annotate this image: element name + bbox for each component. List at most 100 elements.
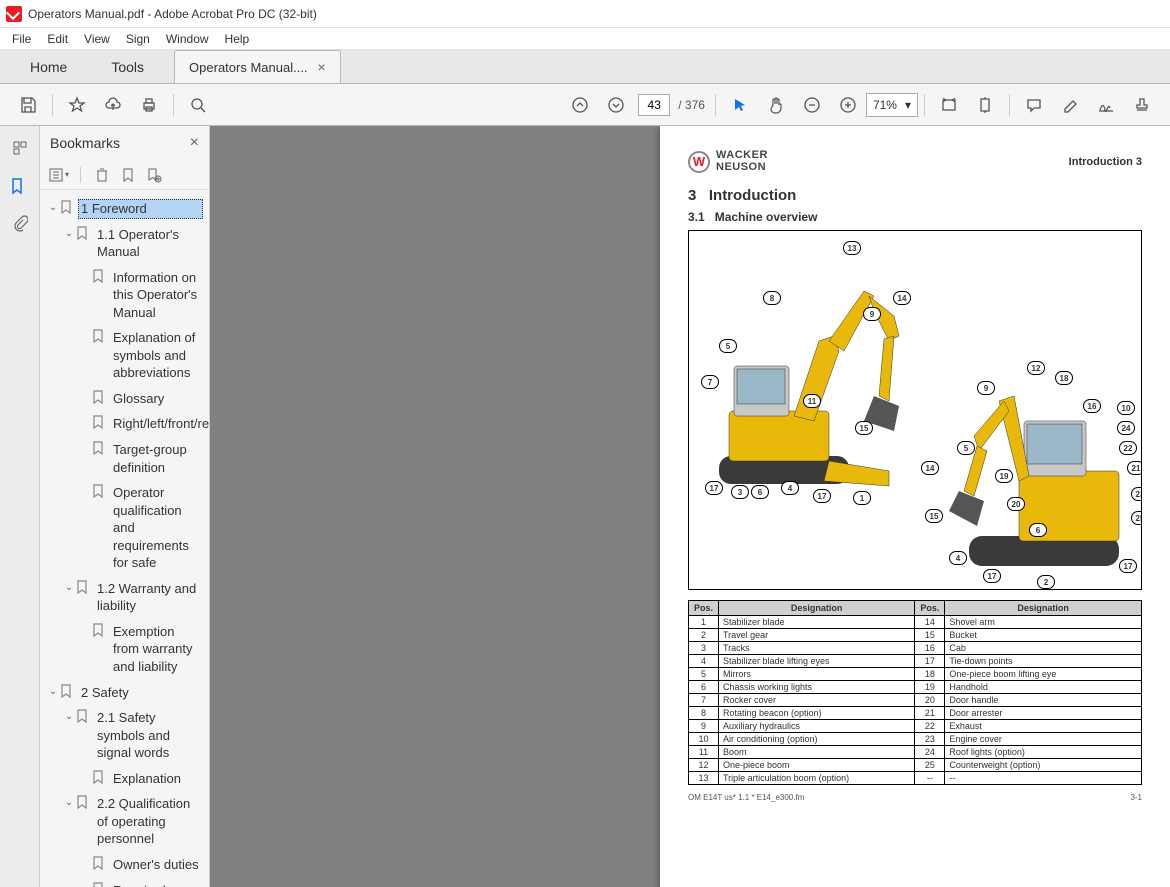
bookmark-item[interactable]: Target-group definition <box>44 437 205 480</box>
bookmark-item[interactable]: Right/left/front/rear <box>44 411 205 437</box>
menu-edit[interactable]: Edit <box>39 30 76 48</box>
bookmark-label[interactable]: Required <box>110 881 203 887</box>
callout-label: 16 <box>1083 399 1101 413</box>
caret-icon[interactable]: ⌄ <box>46 683 60 699</box>
bookmark-item[interactable]: Information on this Operator's Manual <box>44 265 205 326</box>
bookmark-item[interactable]: ⌄ 2.1 Safety symbols and signal words <box>44 705 205 766</box>
callout-label: 4 <box>781 481 799 495</box>
callout-label: 20 <box>1007 497 1025 511</box>
menu-help[interactable]: Help <box>217 30 258 48</box>
bookmark-label[interactable]: Glossary <box>110 389 203 409</box>
bm-new-from-icon[interactable] <box>143 164 165 186</box>
fit-page-icon[interactable] <box>970 90 1000 120</box>
page-up-icon[interactable] <box>565 90 595 120</box>
callout-label: 13 <box>843 241 861 255</box>
bookmark-label[interactable]: Information on this Operator's Manual <box>110 268 203 323</box>
bookmark-item[interactable]: Required <box>44 878 205 887</box>
caret-icon[interactable] <box>78 855 92 857</box>
bookmark-item[interactable]: Exemption from warranty and liability <box>44 619 205 680</box>
caret-icon[interactable] <box>78 328 92 330</box>
bookmark-item[interactable]: Glossary <box>44 386 205 412</box>
bookmark-label[interactable]: 2.1 Safety symbols and signal words <box>94 708 203 763</box>
bookmark-item[interactable]: Explanation of symbols and abbreviations <box>44 325 205 386</box>
caret-icon[interactable]: ⌄ <box>62 579 76 595</box>
bookmark-label[interactable]: Explanation of symbols and abbreviations <box>110 328 203 383</box>
select-icon[interactable] <box>725 90 755 120</box>
stamp-icon[interactable] <box>1127 90 1157 120</box>
bookmark-icon <box>92 483 106 498</box>
caret-icon[interactable] <box>78 483 92 485</box>
caret-icon[interactable] <box>78 881 92 883</box>
zoom-select[interactable]: 71%▾ <box>866 93 918 117</box>
bm-options-icon[interactable]: ▾ <box>48 164 70 186</box>
bookmark-label[interactable]: Target-group definition <box>110 440 203 477</box>
bookmark-icon <box>92 268 106 283</box>
bookmark-label[interactable]: Right/left/front/rear <box>110 414 209 434</box>
tab-document[interactable]: Operators Manual.... × <box>174 50 341 83</box>
fit-width-icon[interactable] <box>934 90 964 120</box>
table-row: 9Auxiliary hydraulics22Exhaust <box>689 720 1142 733</box>
bookmark-item[interactable]: Owner's duties <box>44 852 205 878</box>
bookmarks-tree[interactable]: ⌄1 Foreword⌄1.1 Operator's ManualInforma… <box>40 190 209 887</box>
bookmark-item[interactable]: Operator qualification and requirements … <box>44 480 205 576</box>
bookmark-label[interactable]: 1.1 Operator's Manual <box>94 225 203 262</box>
bookmark-icon <box>92 328 106 343</box>
menu-sign[interactable]: Sign <box>118 30 158 48</box>
menu-view[interactable]: View <box>76 30 118 48</box>
caret-icon[interactable] <box>78 389 92 391</box>
bookmark-label[interactable]: Explanation <box>110 769 203 789</box>
caret-icon[interactable] <box>78 769 92 771</box>
caret-icon[interactable]: ⌄ <box>62 225 76 241</box>
caret-icon[interactable]: ⌄ <box>62 794 76 810</box>
bookmark-item[interactable]: Explanation <box>44 766 205 792</box>
tab-home[interactable]: Home <box>8 51 89 83</box>
callout-label: 21 <box>1127 461 1142 475</box>
bookmark-item[interactable]: ⌄ 2 Safety <box>44 680 205 706</box>
bm-delete-icon[interactable] <box>91 164 113 186</box>
find-icon[interactable] <box>183 90 213 120</box>
caret-icon[interactable] <box>78 440 92 442</box>
tab-tools[interactable]: Tools <box>89 51 166 83</box>
page-down-icon[interactable] <box>601 90 631 120</box>
close-panel-icon[interactable]: × <box>190 134 199 152</box>
bookmark-icon <box>92 855 106 870</box>
bookmark-item[interactable]: ⌄ 1 Foreword <box>44 196 205 222</box>
bookmark-label[interactable]: Operator qualification and requirements … <box>110 483 203 573</box>
bookmark-label[interactable]: 1 Foreword <box>78 199 203 219</box>
sign-icon[interactable] <box>1091 90 1121 120</box>
caret-icon[interactable] <box>78 414 92 416</box>
menu-window[interactable]: Window <box>158 30 217 48</box>
zoom-out-icon[interactable] <box>797 90 827 120</box>
footer-left: OM E14T us* 1.1 * E14_e300.fm <box>688 793 804 802</box>
menu-file[interactable]: File <box>4 30 39 48</box>
star-icon[interactable] <box>62 90 92 120</box>
table-row: 4Stabilizer blade lifting eyes17Tie-down… <box>689 655 1142 668</box>
bookmark-icon <box>92 440 106 455</box>
print-icon[interactable] <box>134 90 164 120</box>
bookmark-label[interactable]: 2.2 Qualification of operating personnel <box>94 794 203 849</box>
document-viewport[interactable]: W WACKERNEUSON Introduction 3 3 Introduc… <box>210 126 1170 887</box>
thumbnails-icon[interactable] <box>8 136 32 160</box>
bookmark-label[interactable]: Exemption from warranty and liability <box>110 622 203 677</box>
caret-icon[interactable] <box>78 622 92 624</box>
page-number-input[interactable] <box>638 94 670 116</box>
bookmark-label[interactable]: 2 Safety <box>78 683 203 703</box>
caret-icon[interactable]: ⌄ <box>46 199 60 215</box>
comment-icon[interactable] <box>1019 90 1049 120</box>
highlight-icon[interactable] <box>1055 90 1085 120</box>
caret-icon[interactable] <box>78 268 92 270</box>
save-icon[interactable] <box>13 90 43 120</box>
hand-icon[interactable] <box>761 90 791 120</box>
tab-close-icon[interactable]: × <box>318 59 326 75</box>
bookmark-item[interactable]: ⌄ 1.1 Operator's Manual <box>44 222 205 265</box>
bookmark-label[interactable]: 1.2 Warranty and liability <box>94 579 203 616</box>
attachments-icon[interactable] <box>8 212 32 236</box>
bookmark-item[interactable]: ⌄ 2.2 Qualification of operating personne… <box>44 791 205 852</box>
caret-icon[interactable]: ⌄ <box>62 708 76 724</box>
bookmark-label[interactable]: Owner's duties <box>110 855 203 875</box>
cloud-upload-icon[interactable] <box>98 90 128 120</box>
bookmarks-icon[interactable] <box>0 174 36 198</box>
zoom-in-icon[interactable] <box>833 90 863 120</box>
bookmark-item[interactable]: ⌄ 1.2 Warranty and liability <box>44 576 205 619</box>
bm-new-icon[interactable] <box>117 164 139 186</box>
